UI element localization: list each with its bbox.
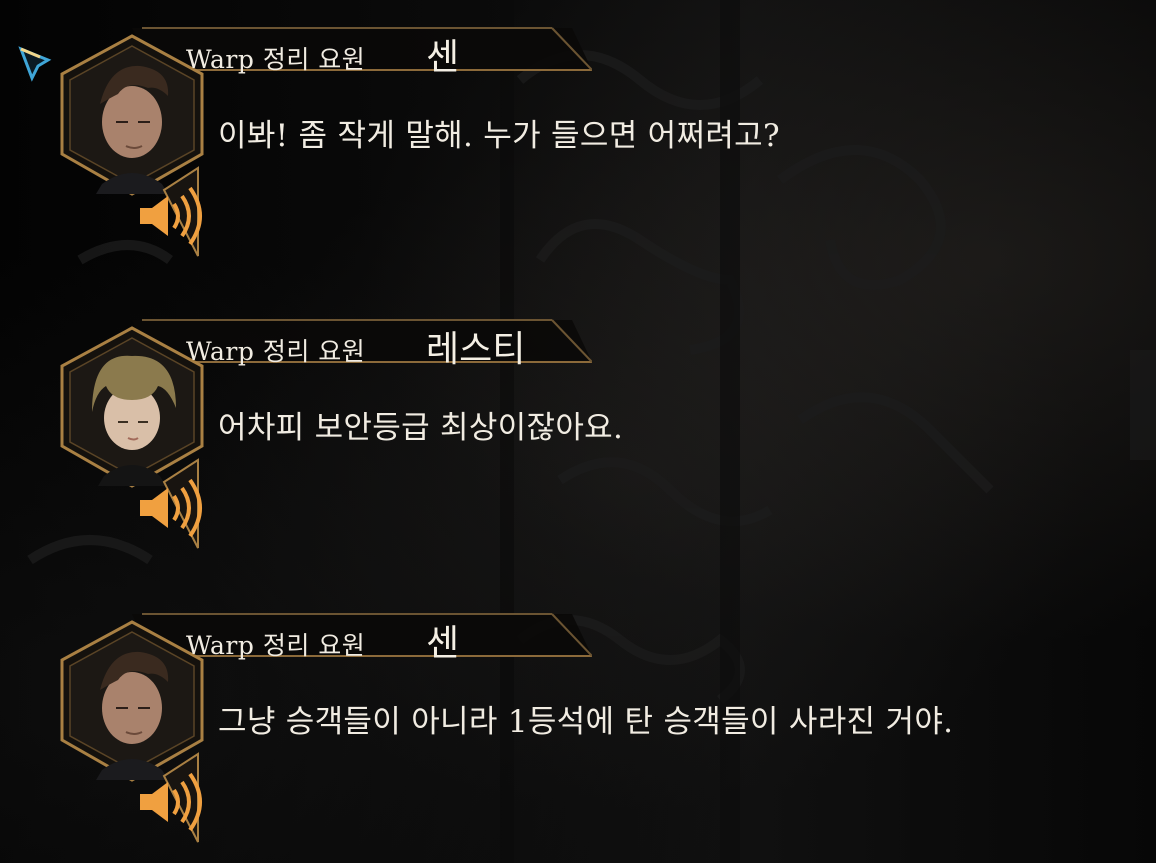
speaker-name: 레스티 (426, 329, 526, 370)
dialogue-entry: Warp 정리 요원 센 그냥 승객들이 아니라 1등석에 탄 승객들이 사라진… (0, 600, 1156, 843)
speaker-icon (140, 772, 202, 832)
speaker-icon (140, 478, 202, 538)
speaker-title: Warp 정리 요원 (186, 337, 366, 366)
dialogue-text: 그냥 승객들이 아니라 1등석에 탄 승객들이 사라진 거야. (218, 704, 954, 740)
speaker-title: Warp 정리 요원 (186, 45, 366, 74)
speaker-icon (140, 186, 202, 246)
dialogue-entry: Warp 정리 요원 레스티 어차피 보안등급 최상이잖아요. (0, 306, 1156, 549)
speaker-name: 센 (426, 623, 460, 664)
voice-replay-button[interactable] (132, 176, 204, 262)
voice-replay-button[interactable] (132, 762, 204, 848)
speaker-title: Warp 정리 요원 (186, 631, 366, 660)
speaker-name: 센 (426, 37, 460, 78)
voice-replay-button[interactable] (132, 468, 204, 554)
dialogue-entry: Warp 정리 요원 센 이봐! 좀 작게 말해. 누가 들으면 어쩌려고? (0, 14, 1156, 257)
dialogue-text: 어차피 보안등급 최상이잖아요. (218, 410, 624, 446)
dialogue-text: 이봐! 좀 작게 말해. 누가 들으면 어쩌려고? (218, 118, 780, 154)
